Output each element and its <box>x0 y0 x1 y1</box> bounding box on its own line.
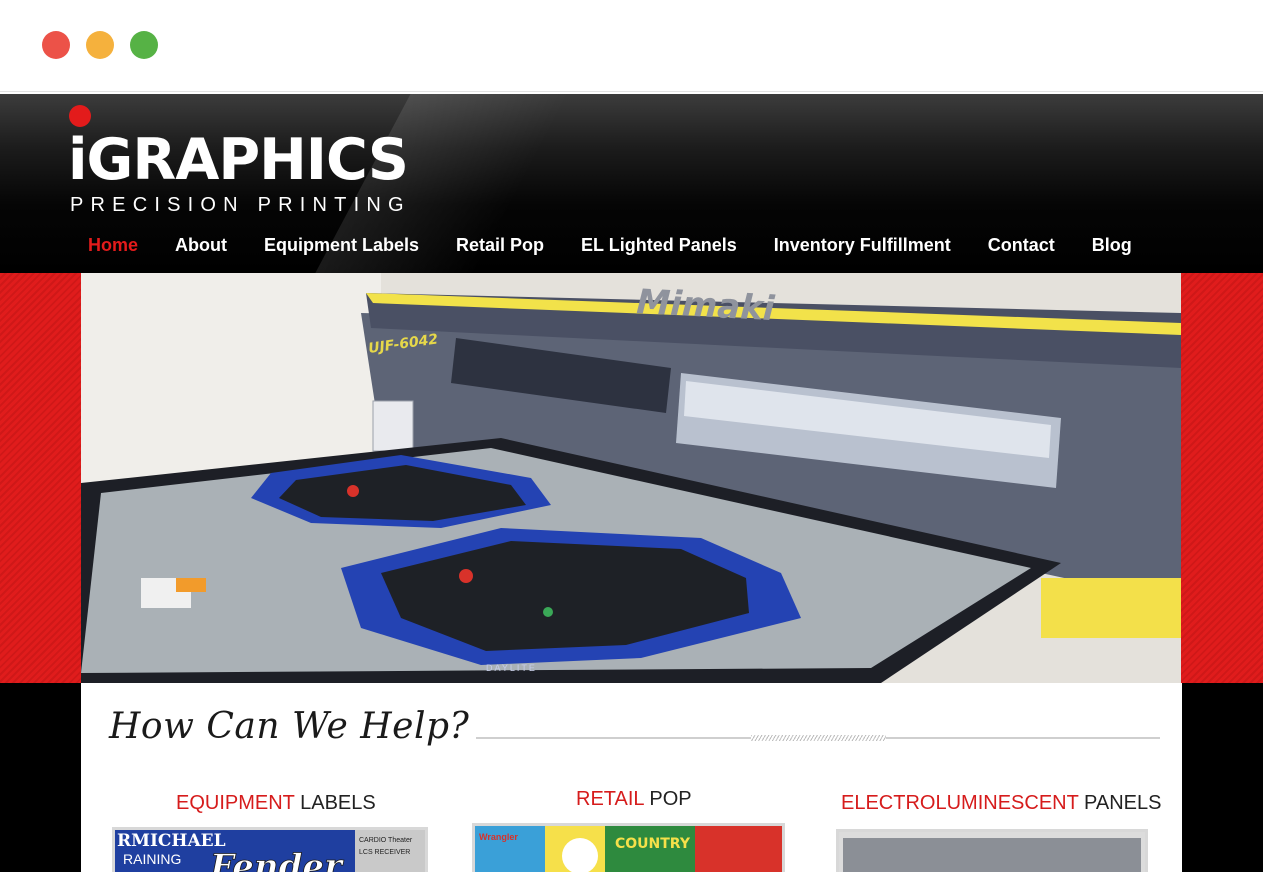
logo-wordmark: iGRAPHICS <box>68 127 409 193</box>
nav-home[interactable]: Home <box>88 231 138 261</box>
close-window-button[interactable] <box>42 31 70 59</box>
category-el-panels[interactable]: ELECTROLUMINESCENT PANELS <box>841 791 1161 815</box>
thumb-text-2: RAINING <box>123 851 181 867</box>
maximize-window-button[interactable] <box>130 31 158 59</box>
category-accent: RETAIL <box>576 788 644 810</box>
thumb-text-5: LCS RECEIVER <box>359 849 410 856</box>
nav-inventory-fulfillment[interactable]: Inventory Fulfillment <box>774 231 951 261</box>
help-heading: How Can We Help? <box>109 706 470 747</box>
nav-contact[interactable]: Contact <box>988 231 1055 261</box>
category-rest: LABELS <box>294 792 376 814</box>
help-section: How Can We Help? EQUIPMENT LABELS RETAIL… <box>81 683 1182 872</box>
thumb-text-4: CARDIO Theater <box>359 837 413 844</box>
divider-hatch <box>751 735 886 741</box>
nav-retail-pop[interactable]: Retail Pop <box>456 231 544 261</box>
el-panels-thumbnail[interactable] <box>836 829 1148 872</box>
minimize-window-button[interactable] <box>86 31 114 59</box>
nav-equipment-labels[interactable]: Equipment Labels <box>264 231 419 261</box>
logo-tagline: PRECISION PRINTING <box>70 194 411 216</box>
category-rest: POP <box>643 788 692 810</box>
thumb-text-3: Fender <box>209 847 344 872</box>
category-rest: PANELS <box>1078 792 1162 814</box>
nav-about[interactable]: About <box>175 231 227 261</box>
thumb-text-7: COUNTRY <box>615 836 691 852</box>
panel-text: DAYLITE <box>486 663 537 673</box>
category-equipment-labels[interactable]: EQUIPMENT LABELS <box>176 791 376 815</box>
equipment-labels-thumbnail[interactable]: RMICHAEL RAINING Fender CARDIO Theater L… <box>112 827 428 872</box>
nav-blog[interactable]: Blog <box>1092 231 1132 261</box>
browser-chrome <box>0 0 1263 92</box>
logo-dot-icon <box>69 105 91 127</box>
printer-illustration: Mimaki UJF-6042 DAYLITE <box>81 273 1181 683</box>
main-nav: Home About Equipment Labels Retail Pop E… <box>88 231 1132 261</box>
category-accent: ELECTROLUMINESCENT <box>841 792 1079 814</box>
printer-brand-text: Mimaki <box>636 282 777 329</box>
retail-pop-thumbnail[interactable]: Wrangler COUNTRY <box>472 823 785 872</box>
thumb-text-6: Wrangler <box>479 832 518 842</box>
section-divider <box>476 735 1160 741</box>
hero-image: Mimaki UJF-6042 DAYLITE <box>81 273 1181 683</box>
site-header: iGRAPHICS PRECISION PRINTING Home About … <box>0 94 1263 273</box>
nav-el-lighted-panels[interactable]: EL Lighted Panels <box>581 231 737 261</box>
category-accent: EQUIPMENT <box>176 792 295 814</box>
site-logo[interactable]: iGRAPHICS PRECISION PRINTING <box>68 102 488 216</box>
category-retail-pop[interactable]: RETAIL POP <box>576 787 692 811</box>
